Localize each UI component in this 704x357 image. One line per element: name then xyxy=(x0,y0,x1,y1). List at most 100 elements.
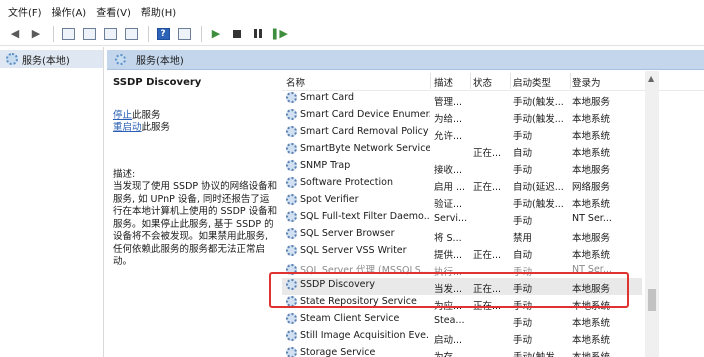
content-header: 服务(本地) xyxy=(107,50,704,70)
service-name: Still Image Acquisition Eve... xyxy=(300,330,430,341)
service-name-cell: Smart Card xyxy=(286,92,430,103)
service-logon-as: 本地系统 xyxy=(572,250,611,261)
service-status: 正在... xyxy=(473,250,502,261)
service-startup-type: 手动(触发... xyxy=(513,349,571,357)
service-name-cell: SQL Server VSS Writer xyxy=(286,245,430,256)
table-row[interactable]: Spot Verifier 验证... 手动(触发... 本地系统 xyxy=(282,193,642,210)
service-logon-as: 本地系统 xyxy=(572,349,630,357)
table-row[interactable]: SQL Server Browser 将 S... 禁用 本地服务 xyxy=(282,227,642,244)
table-row[interactable]: State Repository Service 为应... 正在... 手动 本地系统 xyxy=(282,295,642,312)
menu-bar: 文件(F) 操作(A) 查看(V) 帮助(H) xyxy=(0,0,704,22)
restart-service-suffix: 此服务 xyxy=(141,122,171,133)
table-row[interactable]: Smart Card Removal Policy 允许... 手动 本地系统 xyxy=(282,125,642,142)
table-row[interactable]: SQL Server VSS Writer 提供... 正在... 自动 本地系统 xyxy=(282,244,642,261)
service-name: Storage Service xyxy=(300,347,376,357)
stop-service-suffix: 此服务 xyxy=(132,109,161,121)
menu-help[interactable]: 帮助(H) xyxy=(141,4,176,19)
menu-view[interactable]: 查看(V) xyxy=(96,4,131,19)
table-row[interactable]: SQL Server 代理 (MSSQLS... 执行... 手动 NT Ser... xyxy=(282,261,642,278)
vertical-scrollbar[interactable]: ▲ xyxy=(645,71,659,357)
service-name-cell: Software Protection xyxy=(286,177,430,188)
service-logon-as: 本地服务 xyxy=(572,165,611,176)
tree-item-services-local[interactable]: 服务(本地) xyxy=(0,50,103,68)
toolbar: ◀ ▶ ? ▶ ❚▶ xyxy=(0,22,704,46)
service-name-cell: Spot Verifier xyxy=(286,194,430,205)
table-row[interactable]: Steam Client Service Stea... 手动 本地系统 xyxy=(282,312,642,329)
service-logon-as: 本地服务 xyxy=(572,284,611,295)
service-startup-type: 手动 xyxy=(513,267,533,278)
service-startup-type: 手动 xyxy=(513,318,533,329)
console-tree-icon[interactable] xyxy=(59,25,77,43)
pause-service-icon[interactable] xyxy=(249,25,267,43)
service-description: 启动... xyxy=(434,335,463,346)
table-row[interactable]: Smart Card Device Enumer... 为给... 手动(触发...… xyxy=(282,108,642,125)
service-name-cell: SSDP Discovery xyxy=(286,279,430,290)
list-rows: Smart Card 管理... 手动(触发... 本地服务 Smart Card De… xyxy=(282,91,642,357)
list-header: 名称 描述 状态 启动类型 登录为 xyxy=(282,71,704,91)
service-description: 允许... xyxy=(434,131,463,142)
service-description: 为给... xyxy=(434,114,463,125)
gear-icon xyxy=(115,54,126,65)
content-header-title: 服务(本地) xyxy=(136,56,184,67)
service-logon-as: NT Ser... xyxy=(572,264,612,275)
table-row[interactable]: Still Image Acquisition Eve... 启动... 手动 本地系… xyxy=(282,329,642,346)
service-name: SSDP Discovery xyxy=(300,279,376,290)
gear-icon xyxy=(286,177,297,188)
column-header-description[interactable]: 描述 xyxy=(434,75,470,89)
console-tree: 服务(本地) xyxy=(0,47,104,357)
service-startup-type: 手动 xyxy=(513,131,533,142)
scrollbar-thumb[interactable] xyxy=(648,289,656,311)
service-startup-type: 手动(触发... xyxy=(513,114,564,125)
column-header-logon-as[interactable]: 登录为 xyxy=(572,75,630,89)
service-logon-as: 本地系统 xyxy=(572,301,611,312)
service-logon-as: 本地服务 xyxy=(572,233,611,244)
description-text: 当发现了使用 SSDP 协议的网络设备和服务, 如 UPnP 设备, 同时还报告… xyxy=(113,181,278,267)
service-logon-as: 本地系统 xyxy=(572,199,611,210)
gear-icon xyxy=(286,126,297,137)
service-description: 管理... xyxy=(434,97,463,108)
menu-file[interactable]: 文件(F) xyxy=(8,4,42,19)
service-description: Stea... xyxy=(434,315,465,326)
table-row[interactable]: SSDP Discovery 当发... 正在... 手动 本地服务 xyxy=(282,278,642,295)
gear-icon xyxy=(286,296,297,307)
service-description: 启用 ... xyxy=(434,182,466,193)
table-row[interactable]: Software Protection 启用 ... 正在... 自动(延迟... 网络… xyxy=(282,176,642,193)
service-name-cell: Smart Card Removal Policy xyxy=(286,126,430,137)
gear-icon xyxy=(286,347,297,357)
scroll-up-arrow-icon[interactable]: ▲ xyxy=(648,74,654,83)
column-header-status[interactable]: 状态 xyxy=(473,75,511,89)
menu-action[interactable]: 操作(A) xyxy=(52,4,87,19)
service-logon-as: 本地系统 xyxy=(572,335,611,346)
service-logon-as: 网络服务 xyxy=(572,182,611,193)
properties-icon[interactable] xyxy=(80,25,98,43)
toolbar-divider xyxy=(201,25,202,42)
column-header-startup-type[interactable]: 启动类型 xyxy=(513,75,571,89)
service-description: 为存... xyxy=(434,349,470,357)
export-icon[interactable] xyxy=(122,25,140,43)
help-icon[interactable]: ? xyxy=(154,25,172,43)
service-description: 当发... xyxy=(434,284,463,295)
forward-arrow-icon[interactable]: ▶ xyxy=(27,25,45,43)
service-startup-type: 禁用 xyxy=(513,233,533,244)
refresh-icon[interactable] xyxy=(101,25,119,43)
table-row[interactable]: SNMP Trap 接收... 手动 本地服务 xyxy=(282,159,642,176)
stop-service-link[interactable]: 停止 xyxy=(113,110,132,121)
restart-service-icon[interactable]: ❚▶ xyxy=(270,25,288,43)
service-startup-type: 自动 xyxy=(513,250,533,261)
table-row[interactable]: Smart Card 管理... 手动(触发... 本地服务 xyxy=(282,91,642,108)
gear-icon xyxy=(286,194,297,205)
table-row[interactable]: SmartByte Network Service 正在... 自动 本地系统 xyxy=(282,142,642,159)
service-name-cell: Smart Card Device Enumer... xyxy=(286,109,430,120)
start-service-icon[interactable]: ▶ xyxy=(207,25,225,43)
table-row[interactable]: SQL Full-text Filter Daemo... Servi... 手动 N… xyxy=(282,210,642,227)
service-logon-as: 本地系统 xyxy=(572,318,611,329)
table-row[interactable]: Storage Service 为存... 手动(触发...本地系统 xyxy=(282,346,642,357)
view-icon[interactable] xyxy=(175,25,193,43)
column-header-name[interactable]: 名称 xyxy=(286,75,430,89)
service-name: SmartByte Network Service xyxy=(300,143,430,154)
service-name-cell: SQL Server Browser xyxy=(286,228,430,239)
service-status: 正在... xyxy=(473,301,502,312)
stop-service-icon[interactable] xyxy=(228,25,246,43)
back-arrow-icon[interactable]: ◀ xyxy=(6,25,24,43)
restart-service-link[interactable]: 重启动 xyxy=(113,122,142,133)
